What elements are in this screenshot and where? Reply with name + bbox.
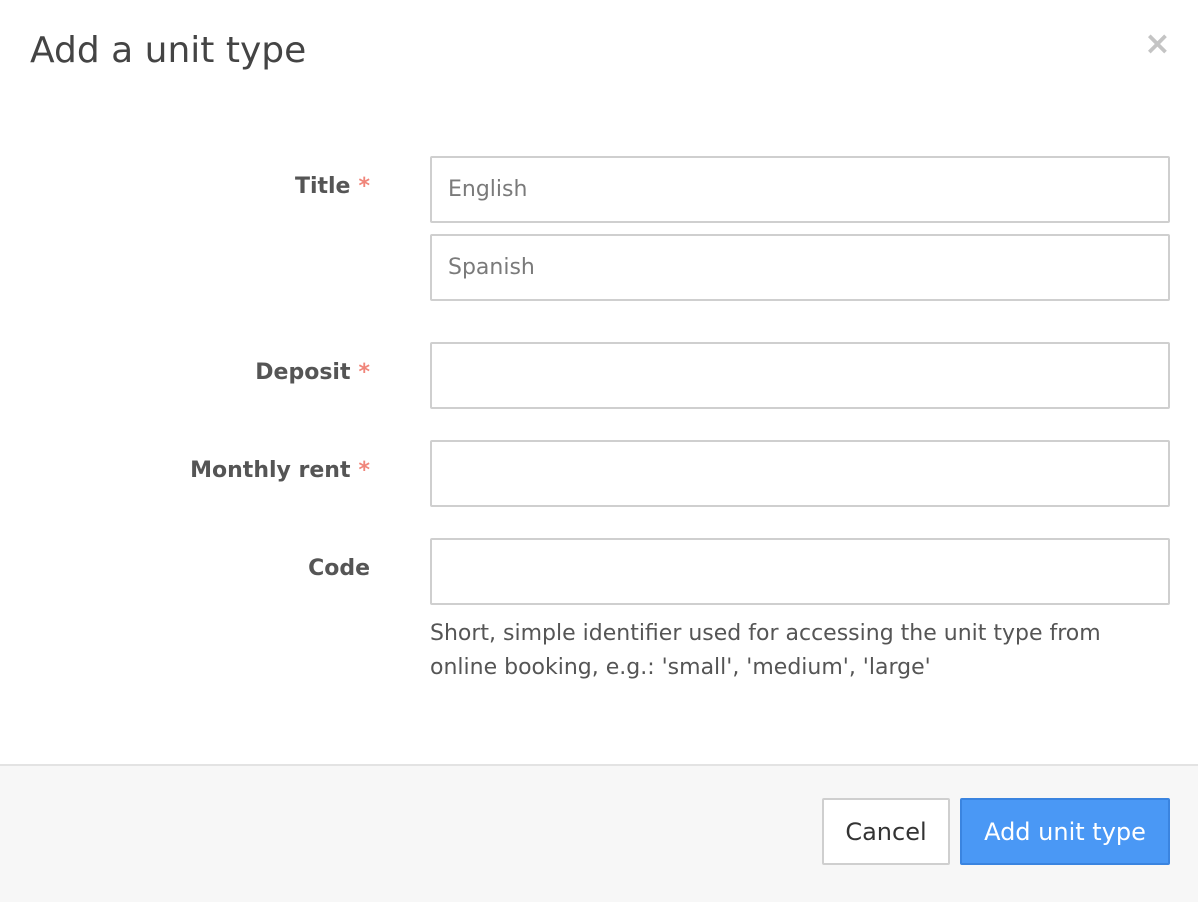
close-icon[interactable]: ×: [1144, 27, 1171, 59]
deposit-label: Deposit *: [255, 358, 370, 388]
title-english-input[interactable]: [430, 156, 1170, 223]
code-input[interactable]: [430, 538, 1170, 605]
title-label: Title *: [295, 172, 370, 202]
monthly-rent-input[interactable]: [430, 440, 1170, 507]
required-marker: *: [358, 458, 370, 483]
deposit-label-text: Deposit: [255, 360, 351, 385]
title-spanish-input[interactable]: [430, 234, 1170, 301]
code-label: Code: [308, 554, 370, 584]
add-unit-type-modal: Add a unit type × Title * Deposit * Monthl…: [0, 0, 1198, 902]
title-label-text: Title: [294, 174, 351, 199]
required-marker: *: [358, 360, 370, 385]
modal-title: Add a unit type: [30, 30, 307, 71]
deposit-input[interactable]: [430, 342, 1170, 409]
cancel-button[interactable]: Cancel: [822, 798, 950, 865]
code-label-text: Code: [308, 556, 370, 581]
required-marker: *: [358, 174, 370, 199]
monthly-rent-label-text: Monthly rent: [190, 458, 351, 483]
modal-footer: Cancel Add unit type: [0, 764, 1198, 902]
monthly-rent-label: Monthly rent *: [190, 456, 370, 486]
code-help-text: Short, simple identifier used for access…: [430, 621, 1101, 680]
add-unit-type-button[interactable]: Add unit type: [960, 798, 1170, 865]
